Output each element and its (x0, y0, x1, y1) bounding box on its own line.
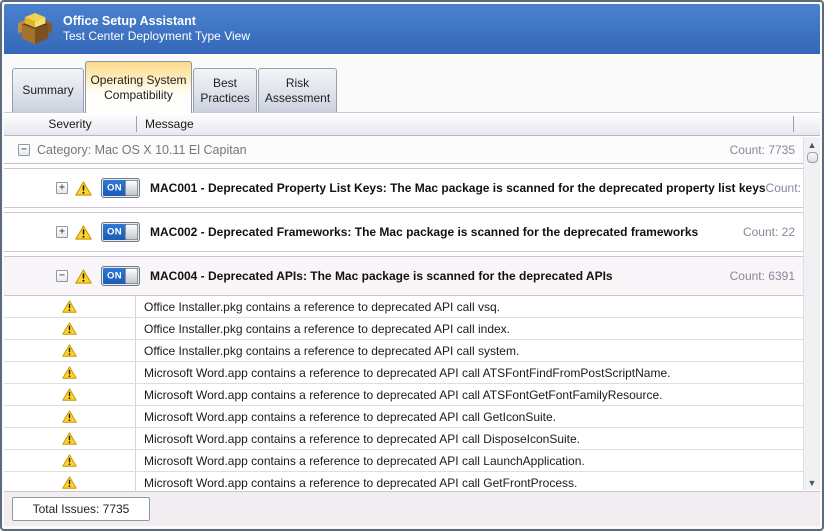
issue-message: Microsoft Word.app contains a reference … (136, 366, 670, 380)
severity-cell (4, 472, 136, 491)
issue-row[interactable]: Microsoft Word.app contains a reference … (4, 384, 803, 406)
vertical-scrollbar[interactable]: ▲ ▼ (803, 137, 820, 490)
warning-triangle-icon (62, 300, 77, 313)
issue-row[interactable]: Microsoft Word.app contains a reference … (4, 472, 803, 491)
category-row[interactable]: − Category: Mac OS X 10.11 El Capitan Co… (4, 136, 803, 164)
office-setup-assistant-window: Office Setup Assistant Test Center Deplo… (0, 0, 824, 531)
header-titles: Office Setup Assistant Test Center Deplo… (63, 14, 250, 45)
toggle-knob (125, 180, 138, 196)
warning-triangle-icon (62, 410, 77, 423)
rule-label: MAC002 - Deprecated Frameworks: The Mac … (150, 225, 698, 239)
warning-triangle-icon (62, 432, 77, 445)
tab-risk-assessment[interactable]: Risk Assessment (258, 68, 337, 112)
category-label: Category: Mac OS X 10.11 El Capitan (37, 143, 247, 157)
severity-cell (4, 296, 136, 317)
toggle-on-label: ON (107, 183, 122, 194)
toggle-on-label: ON (107, 271, 122, 282)
severity-cell (4, 384, 136, 405)
rule-label: MAC004 - Deprecated APIs: The Mac packag… (150, 269, 613, 283)
issue-message: Microsoft Word.app contains a reference … (136, 454, 585, 468)
rule-toggle-switch[interactable]: ON (101, 178, 140, 198)
tab-risk-assessment-label: Risk Assessment (259, 76, 336, 106)
rule-row-mac002[interactable]: + ON MAC002 - Deprecated Frameworks: The… (4, 212, 803, 252)
warning-triangle-icon (75, 225, 92, 240)
collapse-icon[interactable]: − (56, 270, 68, 282)
warning-triangle-icon (62, 344, 77, 357)
column-divider-right (793, 116, 794, 132)
issue-message: Office Installer.pkg contains a referenc… (136, 300, 500, 314)
results-grid: − Category: Mac OS X 10.11 El Capitan Co… (4, 136, 820, 491)
app-header: Office Setup Assistant Test Center Deplo… (4, 4, 820, 54)
rule-count: Count: 22 (743, 225, 795, 239)
expand-icon[interactable]: + (56, 226, 68, 238)
scrollbar-thumb[interactable] (807, 152, 818, 163)
category-count: Count: 7735 (730, 143, 795, 157)
severity-cell (4, 318, 136, 339)
tab-bar: Summary Operating System Compatibility B… (4, 54, 820, 112)
column-header-message[interactable]: Message (137, 117, 793, 131)
package-box-icon (16, 12, 54, 46)
issue-row[interactable]: Microsoft Word.app contains a reference … (4, 428, 803, 450)
warning-triangle-icon (75, 181, 92, 196)
tab-summary[interactable]: Summary (12, 68, 84, 112)
warning-triangle-icon (62, 454, 77, 467)
rule-count: Count: 92 (766, 181, 803, 195)
issue-message: Microsoft Word.app contains a reference … (136, 432, 580, 446)
rule-toggle-switch[interactable]: ON (101, 222, 140, 242)
tab-osc-label: Operating System Compatibility (86, 73, 191, 103)
warning-triangle-icon (62, 366, 77, 379)
scroll-down-icon[interactable]: ▼ (805, 475, 820, 490)
issue-row[interactable]: Microsoft Word.app contains a reference … (4, 406, 803, 428)
app-title: Office Setup Assistant (63, 14, 250, 30)
severity-cell (4, 340, 136, 361)
column-header-severity[interactable]: Severity (4, 117, 136, 131)
toggle-knob (125, 268, 138, 284)
issue-row[interactable]: Office Installer.pkg contains a referenc… (4, 318, 803, 340)
issue-message: Microsoft Word.app contains a reference … (136, 476, 577, 490)
severity-cell (4, 428, 136, 449)
toggle-on-label: ON (107, 227, 122, 238)
issue-row[interactable]: Microsoft Word.app contains a reference … (4, 450, 803, 472)
warning-triangle-icon (62, 388, 77, 401)
rule-count: Count: 6391 (730, 269, 795, 283)
warning-triangle-icon (75, 269, 92, 284)
issue-message: Office Installer.pkg contains a referenc… (136, 322, 510, 336)
tab-best-practices[interactable]: Best Practices (193, 68, 257, 112)
scroll-up-icon[interactable]: ▲ (805, 137, 820, 152)
issue-message: Office Installer.pkg contains a referenc… (136, 344, 519, 358)
grid-column-header: Severity Message (4, 112, 820, 136)
severity-cell (4, 406, 136, 427)
status-bar: Total Issues: 7735 (4, 491, 820, 526)
rule-row-mac004[interactable]: − ON MAC004 - Deprecated APIs: The Mac p… (4, 256, 803, 296)
rule-label: MAC001 - Deprecated Property List Keys: … (150, 181, 766, 195)
warning-triangle-icon (62, 322, 77, 335)
total-issues-badge: Total Issues: 7735 (12, 497, 150, 521)
rule-row-mac001[interactable]: + ON MAC001 - Deprecated Property List K… (4, 168, 803, 208)
toggle-knob (125, 224, 138, 240)
app-subtitle: Test Center Deployment Type View (63, 29, 250, 44)
issue-row[interactable]: Office Installer.pkg contains a referenc… (4, 340, 803, 362)
tab-operating-system-compatibility[interactable]: Operating System Compatibility (85, 61, 192, 113)
collapse-icon[interactable]: − (18, 144, 30, 156)
issue-message: Microsoft Word.app contains a reference … (136, 410, 556, 424)
issue-row[interactable]: Microsoft Word.app contains a reference … (4, 362, 803, 384)
warning-triangle-icon (62, 476, 77, 489)
tab-best-practices-label: Best Practices (194, 76, 256, 106)
issue-row[interactable]: Office Installer.pkg contains a referenc… (4, 296, 803, 318)
rule-toggle-switch[interactable]: ON (101, 266, 140, 286)
tab-summary-label: Summary (22, 83, 73, 98)
severity-cell (4, 450, 136, 471)
expand-icon[interactable]: + (56, 182, 68, 194)
issue-message: Microsoft Word.app contains a reference … (136, 388, 662, 402)
severity-cell (4, 362, 136, 383)
